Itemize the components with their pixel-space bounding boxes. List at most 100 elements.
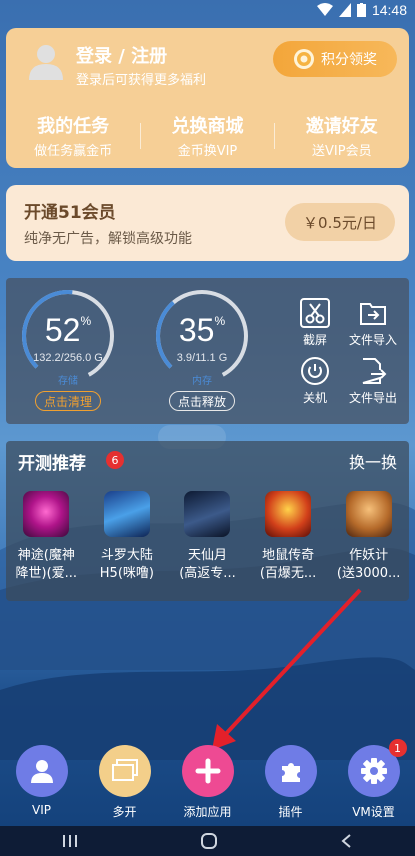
sea-wave-foreground — [0, 657, 415, 760]
storage-percent-value: 52 — [44, 312, 81, 348]
game-icon — [103, 491, 150, 537]
recommend-title: 开测推荐 — [18, 454, 86, 474]
avatar-icon[interactable] — [26, 40, 66, 80]
recommend-badge: 6 — [106, 451, 124, 469]
plus-icon — [181, 745, 234, 797]
game-icon — [265, 491, 312, 537]
link-title: 邀请好友 — [305, 116, 378, 137]
game-item[interactable]: 神途(魔神降世)(爱... — [9, 491, 83, 583]
user-icon — [15, 745, 68, 797]
storage-detail: 132.2/256.0 G — [33, 352, 103, 364]
status-time: 14:48 — [371, 2, 407, 18]
ram-gauge: 35% 3.9/11.1 G 内存 点击释放 — [152, 278, 262, 424]
my-tasks-link[interactable]: 我的任务 做任务赢金币 — [6, 112, 140, 159]
status-icons: 14:48 — [316, 2, 407, 18]
coin-icon — [294, 49, 314, 69]
points-reward-button[interactable]: 积分领奖 — [273, 41, 397, 77]
game-name: 天仙月 (高返专... — [170, 547, 244, 583]
divider — [140, 123, 141, 149]
game-name-line: 神途(魔神 — [17, 548, 75, 563]
dock-label: VIP — [32, 803, 51, 817]
tool-label: 文件导出 — [348, 391, 397, 405]
refresh-button[interactable]: 换一换 — [349, 449, 397, 473]
game-name-line: 斗罗大陆 — [100, 548, 153, 563]
android-nav-bar — [0, 826, 415, 856]
game-item[interactable]: 天仙月 (高返专... — [170, 491, 244, 583]
game-name-line: (百爆无... — [259, 566, 317, 581]
settings-badge: 1 — [388, 739, 407, 757]
login-links: 我的任务 做任务赢金币 兑换商城 金币换VIP 邀请好友 送VIP会员 — [6, 112, 409, 159]
vip-price-button[interactable]: ￥0.5元/日 — [285, 203, 395, 241]
game-name-line: 作妖计 — [349, 548, 389, 563]
vip-title: 开通51会员 — [24, 203, 116, 223]
ram-type-label: 内存 — [192, 376, 212, 387]
power-icon — [301, 357, 329, 385]
login-register-link[interactable]: 登录 / 注册 — [76, 42, 167, 68]
multi-window-icon — [98, 745, 151, 797]
clean-storage-button[interactable]: 点击清理 — [35, 391, 101, 411]
divider — [274, 123, 275, 149]
puzzle-icon — [264, 745, 317, 797]
dock-multi-open[interactable]: 多开 — [88, 745, 162, 825]
game-name-line: 降世)(爱... — [15, 566, 78, 581]
ram-percent-value: 35 — [178, 312, 215, 348]
bottom-dock: VIP 多开 添加应用 插件 1 VM设置 — [0, 739, 415, 825]
game-icon — [23, 491, 70, 537]
points-reward-label: 积分领奖 — [321, 52, 377, 68]
dock-label: 添加应用 — [183, 805, 232, 819]
dock-label: 插件 — [278, 805, 303, 819]
game-item[interactable]: 地鼠传奇 (百爆无... — [251, 491, 325, 583]
release-ram-button[interactable]: 点击释放 — [169, 391, 235, 411]
game-list: 神途(魔神降世)(爱... 斗罗大陆 H5(咪噜) 天仙月 (高返专... 地鼠传奇… — [6, 491, 409, 583]
game-name-line: 天仙月 — [187, 548, 227, 563]
scissors-icon — [300, 298, 330, 328]
tool-label: 截屏 — [302, 333, 327, 347]
link-subtitle: 金币换VIP — [177, 144, 238, 159]
dock-add-app[interactable]: 添加应用 — [171, 745, 245, 825]
game-item[interactable]: 作妖计 (送3000... — [332, 491, 406, 583]
game-icon — [184, 491, 231, 537]
login-card: 登录 / 注册 登录后可获得更多福利 积分领奖 我的任务 做任务赢金币 兑换商城… — [6, 28, 409, 168]
storage-panel: 52% 132.2/256.0 G 存储 点击清理 35% 3.9/11.1 G… — [6, 278, 409, 424]
dock-label: VM设置 — [352, 805, 395, 819]
recent-apps-icon[interactable] — [61, 833, 79, 849]
ram-percent: 35% — [152, 312, 252, 349]
status-bar: 14:48 — [0, 0, 415, 22]
game-name-line: 地鼠传奇 — [262, 548, 315, 563]
file-export-icon — [362, 358, 387, 384]
game-item[interactable]: 斗罗大陆 H5(咪噜) — [90, 491, 164, 583]
game-name-line: H5(咪噜) — [99, 566, 154, 581]
exchange-mall-link[interactable]: 兑换商城 金币换VIP — [140, 112, 274, 159]
ram-detail: 3.9/11.1 G — [176, 352, 228, 364]
game-name-line: (高返专... — [179, 566, 236, 581]
wifi-icon — [316, 3, 333, 16]
login-subtitle: 登录后可获得更多福利 — [76, 73, 207, 88]
vip-card[interactable]: 开通51会员 纯净无广告，解锁高级功能 ￥0.5元/日 — [6, 185, 409, 261]
file-import-tool[interactable]: 文件导入 — [338, 298, 408, 348]
storage-gauge: 52% 132.2/256.0 G 存储 点击清理 — [18, 278, 128, 424]
battery-icon — [356, 3, 366, 17]
dock-vm-settings[interactable]: 1 VM设置 — [337, 739, 411, 825]
link-subtitle: 做任务赢金币 — [34, 144, 113, 159]
file-export-tool[interactable]: 文件导出 — [338, 356, 408, 406]
storage-percent: 52% — [18, 312, 118, 349]
home-icon[interactable] — [200, 832, 218, 850]
folder-import-icon — [360, 303, 386, 325]
tool-label: 关机 — [302, 391, 327, 405]
storage-type-label: 存储 — [58, 376, 78, 387]
invite-friends-link[interactable]: 邀请好友 送VIP会员 — [275, 112, 409, 159]
dock-label: 多开 — [112, 805, 137, 819]
signal-icon — [338, 3, 351, 17]
percent-unit: % — [80, 314, 92, 328]
dock-vip[interactable]: VIP — [5, 745, 79, 825]
vip-subtitle: 纯净无广告，解锁高级功能 — [24, 231, 192, 247]
dock-plugins[interactable]: 插件 — [254, 745, 328, 825]
game-name: 作妖计 (送3000... — [332, 547, 406, 583]
tool-label: 文件导入 — [348, 333, 397, 347]
link-title: 兑换商城 — [171, 116, 244, 137]
game-name: 神途(魔神降世)(爱... — [9, 547, 83, 583]
back-icon[interactable] — [340, 833, 354, 849]
recommend-panel: 开测推荐 6 换一换 神途(魔神降世)(爱... 斗罗大陆 H5(咪噜) 天仙月 (… — [6, 441, 409, 601]
link-subtitle: 送VIP会员 — [312, 144, 372, 159]
game-icon — [345, 491, 392, 537]
